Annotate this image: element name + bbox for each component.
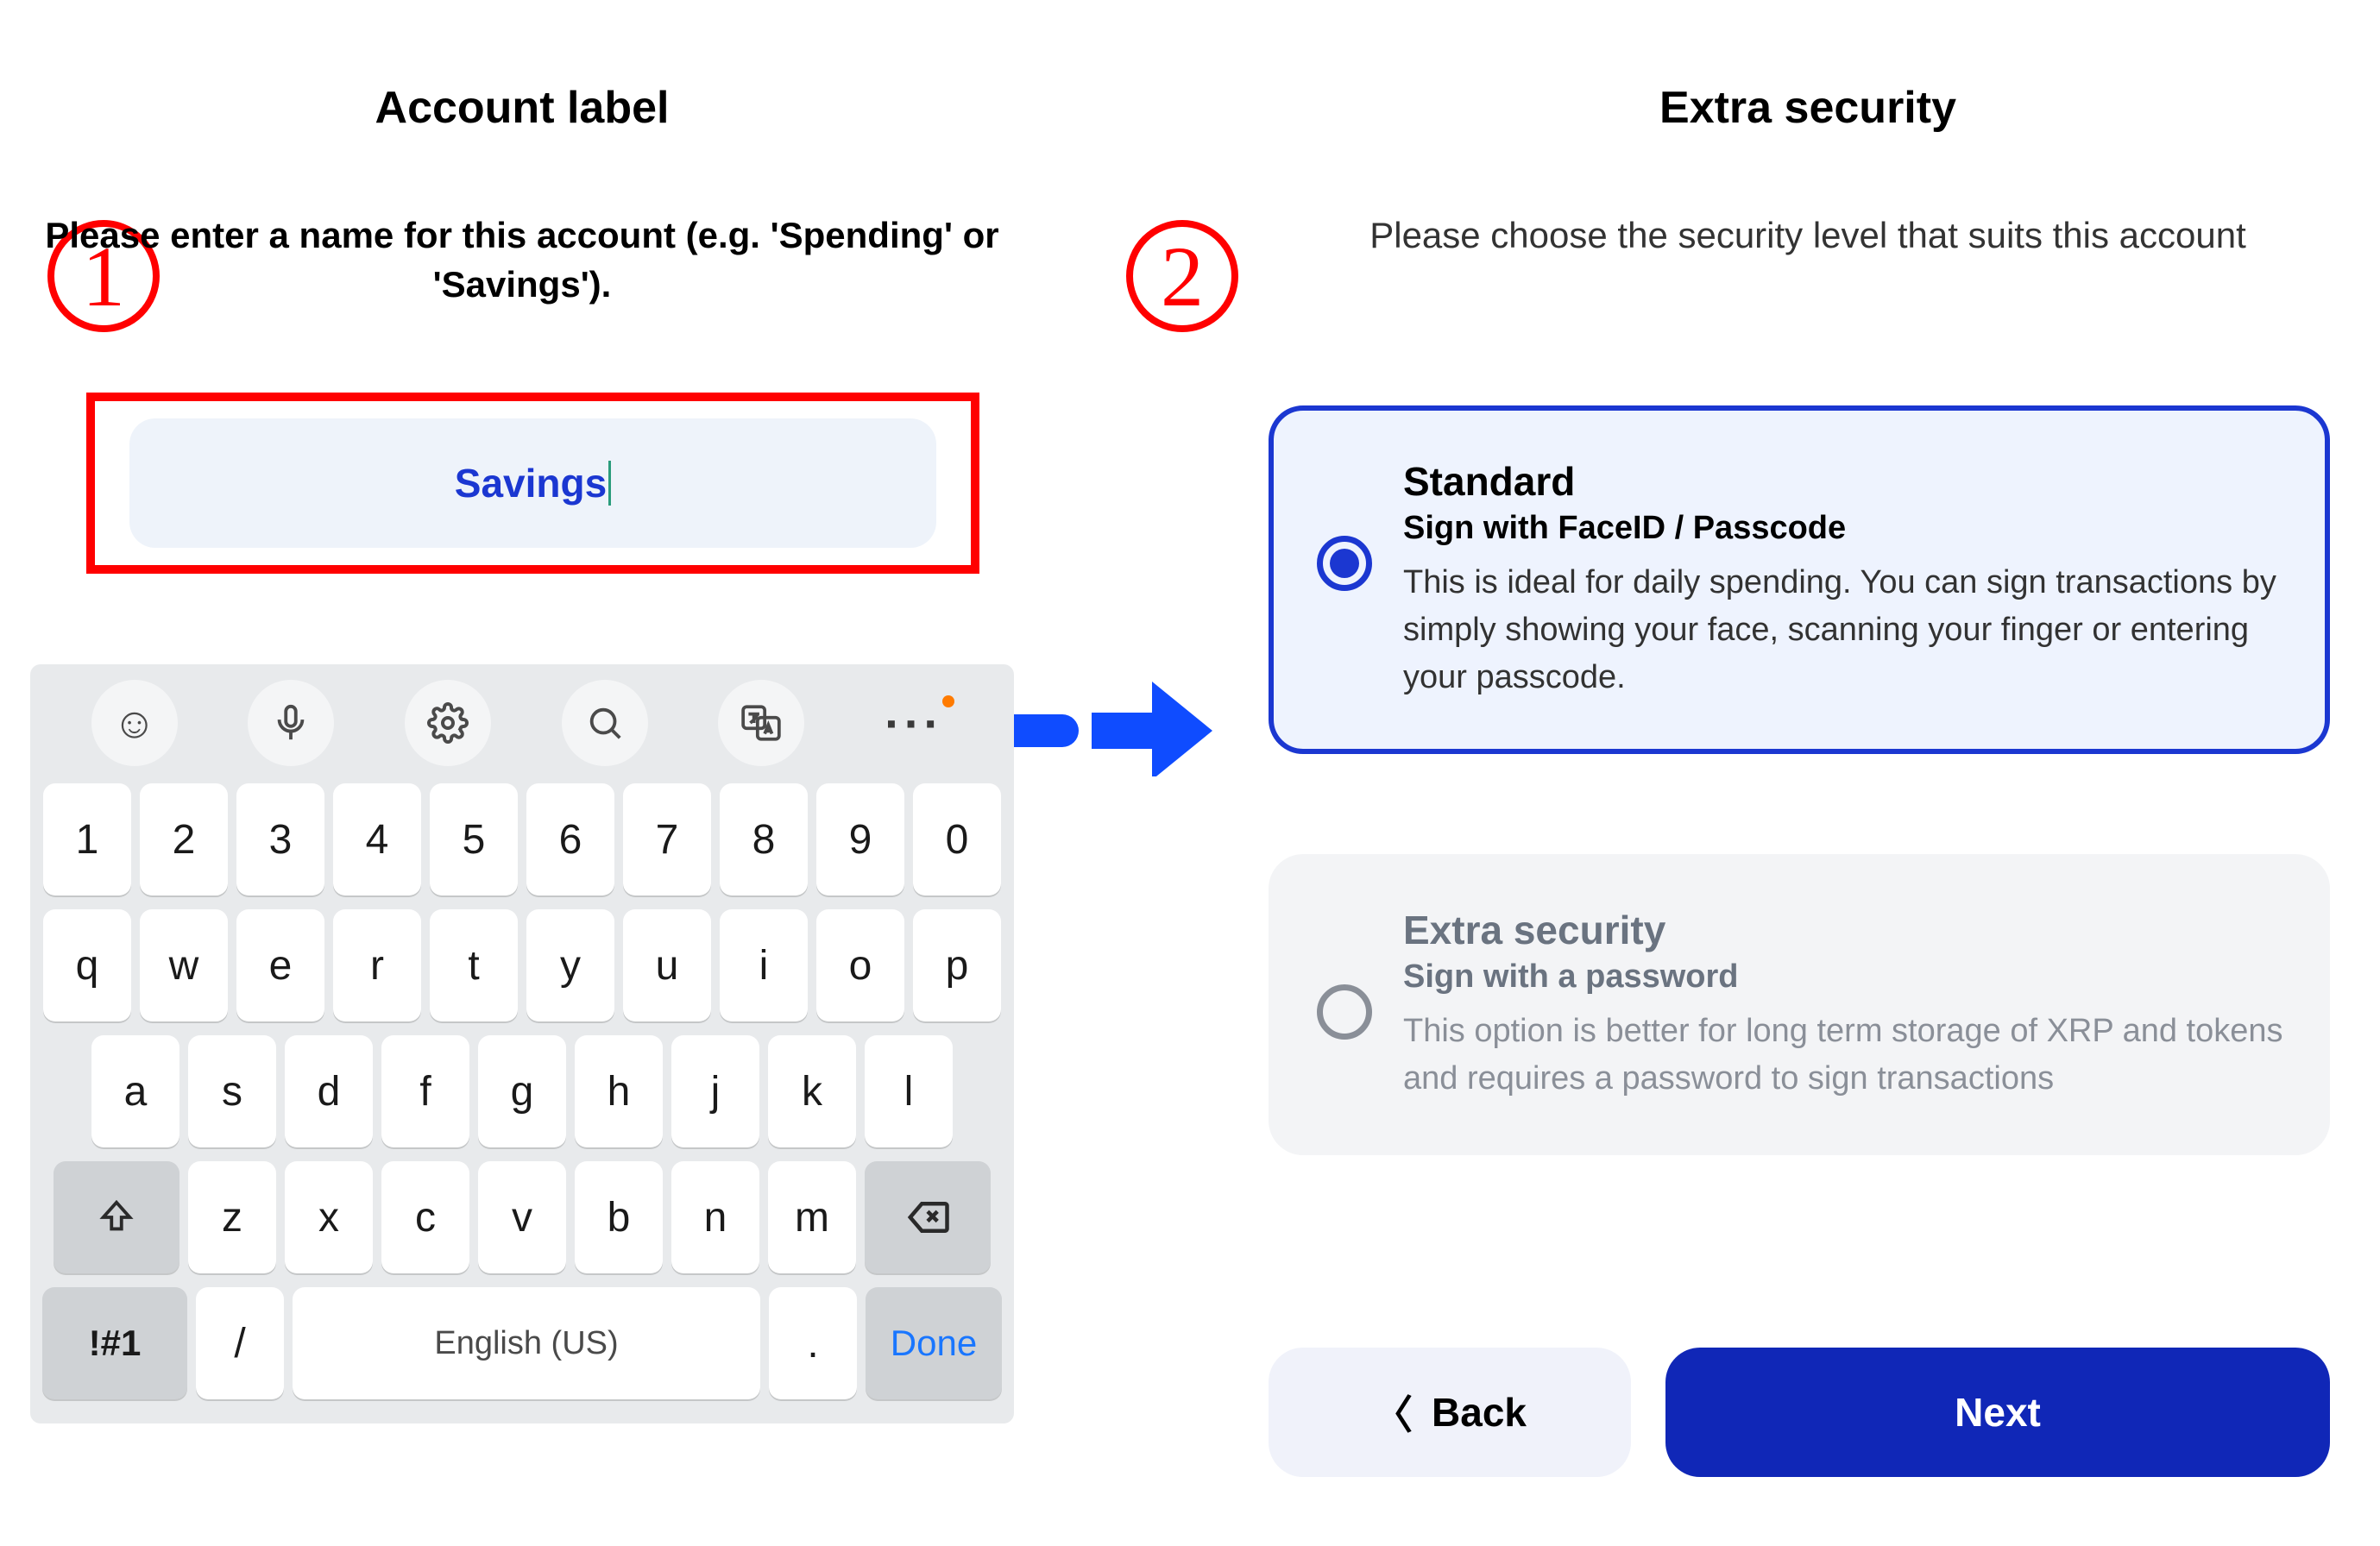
key-q[interactable]: q	[43, 909, 131, 1021]
keyboard-row-bottom: !#1 / English (US) . Done	[30, 1280, 1014, 1406]
button-row: 〈 Back Next	[1269, 1348, 2330, 1477]
key-v[interactable]: v	[478, 1161, 566, 1273]
key-t[interactable]: t	[430, 909, 518, 1021]
account-label-screen: Account label Please enter a name for th…	[0, 0, 1044, 1546]
key-1[interactable]: 1	[43, 783, 131, 896]
key-c[interactable]: c	[381, 1161, 469, 1273]
page-subtitle: Please choose the security level that su…	[1286, 211, 2330, 261]
gear-icon[interactable]	[405, 680, 491, 766]
key-g[interactable]: g	[478, 1035, 566, 1147]
step-number: 2	[1161, 227, 1204, 326]
key-b[interactable]: b	[575, 1161, 663, 1273]
option-description: This is ideal for daily spending. You ca…	[1403, 559, 2286, 701]
next-button[interactable]: Next	[1665, 1348, 2330, 1477]
key-m[interactable]: m	[768, 1161, 856, 1273]
key-i[interactable]: i	[720, 909, 808, 1021]
option-title: Extra security	[1403, 907, 2286, 953]
extra-security-screen: Extra security Please choose the securit…	[1251, 0, 2364, 1546]
key-r[interactable]: r	[333, 909, 421, 1021]
key-0[interactable]: 0	[913, 783, 1001, 896]
emoji-icon[interactable]: ☺	[91, 680, 178, 766]
keyboard-toolbar: ☺ ···	[30, 664, 1014, 776]
key-space[interactable]: English (US)	[293, 1287, 760, 1399]
key-y[interactable]: y	[526, 909, 614, 1021]
security-option-standard[interactable]: Standard Sign with FaceID / Passcode Thi…	[1269, 405, 2330, 754]
key-done[interactable]: Done	[866, 1287, 1002, 1399]
more-icon[interactable]: ···	[875, 680, 953, 766]
on-screen-keyboard: ☺ ··· 1 2 3 4 5 6 7 8 9 0	[30, 664, 1014, 1423]
key-x[interactable]: x	[285, 1161, 373, 1273]
input-value: Savings	[455, 460, 607, 506]
option-subtitle: Sign with FaceID / Passcode	[1403, 510, 2286, 547]
page-title: Extra security	[1251, 82, 2364, 134]
radio-unselected-icon[interactable]	[1317, 984, 1372, 1040]
key-a[interactable]: a	[91, 1035, 179, 1147]
keyboard-row-asdf: a s d f g h j k l	[30, 1028, 1014, 1154]
highlight-box: Savings	[86, 393, 979, 574]
option-description: This option is better for long term stor…	[1403, 1008, 2286, 1103]
radio-selected-icon[interactable]	[1317, 536, 1372, 591]
key-3[interactable]: 3	[236, 783, 324, 896]
notification-dot-icon	[942, 695, 954, 707]
security-option-extra[interactable]: Extra security Sign with a password This…	[1269, 854, 2330, 1155]
next-label: Next	[1955, 1389, 2041, 1436]
key-o[interactable]: o	[816, 909, 904, 1021]
translate-icon[interactable]	[718, 680, 804, 766]
key-s[interactable]: s	[188, 1035, 276, 1147]
account-label-input[interactable]: Savings	[129, 418, 936, 548]
step-badge-2: 2	[1126, 220, 1238, 332]
chevron-left-icon: 〈	[1373, 1384, 1413, 1441]
mic-icon[interactable]	[248, 680, 334, 766]
key-4[interactable]: 4	[333, 783, 421, 896]
key-backspace[interactable]	[865, 1161, 991, 1273]
key-6[interactable]: 6	[526, 783, 614, 896]
key-symbols[interactable]: !#1	[42, 1287, 187, 1399]
key-h[interactable]: h	[575, 1035, 663, 1147]
key-slash[interactable]: /	[196, 1287, 284, 1399]
key-8[interactable]: 8	[720, 783, 808, 896]
keyboard-row-numbers: 1 2 3 4 5 6 7 8 9 0	[30, 776, 1014, 902]
key-f[interactable]: f	[381, 1035, 469, 1147]
key-7[interactable]: 7	[623, 783, 711, 896]
key-period[interactable]: .	[769, 1287, 857, 1399]
key-5[interactable]: 5	[430, 783, 518, 896]
key-d[interactable]: d	[285, 1035, 373, 1147]
back-button[interactable]: 〈 Back	[1269, 1348, 1631, 1477]
search-icon[interactable]	[562, 680, 648, 766]
page-subtitle: Please enter a name for this account (e.…	[0, 211, 1044, 309]
keyboard-row-zxcv: z x c v b n m	[30, 1154, 1014, 1280]
key-shift[interactable]	[54, 1161, 179, 1273]
page-title: Account label	[0, 82, 1044, 134]
keyboard-row-qwerty: q w e r t y u i o p	[30, 902, 1014, 1028]
key-l[interactable]: l	[865, 1035, 953, 1147]
key-w[interactable]: w	[140, 909, 228, 1021]
key-e[interactable]: e	[236, 909, 324, 1021]
text-caret	[608, 461, 611, 506]
key-9[interactable]: 9	[816, 783, 904, 896]
key-2[interactable]: 2	[140, 783, 228, 896]
key-j[interactable]: j	[671, 1035, 759, 1147]
option-subtitle: Sign with a password	[1403, 958, 2286, 996]
back-label: Back	[1432, 1389, 1527, 1436]
key-u[interactable]: u	[623, 909, 711, 1021]
key-z[interactable]: z	[188, 1161, 276, 1273]
key-n[interactable]: n	[671, 1161, 759, 1273]
key-k[interactable]: k	[768, 1035, 856, 1147]
option-title: Standard	[1403, 458, 2286, 505]
key-p[interactable]: p	[913, 909, 1001, 1021]
